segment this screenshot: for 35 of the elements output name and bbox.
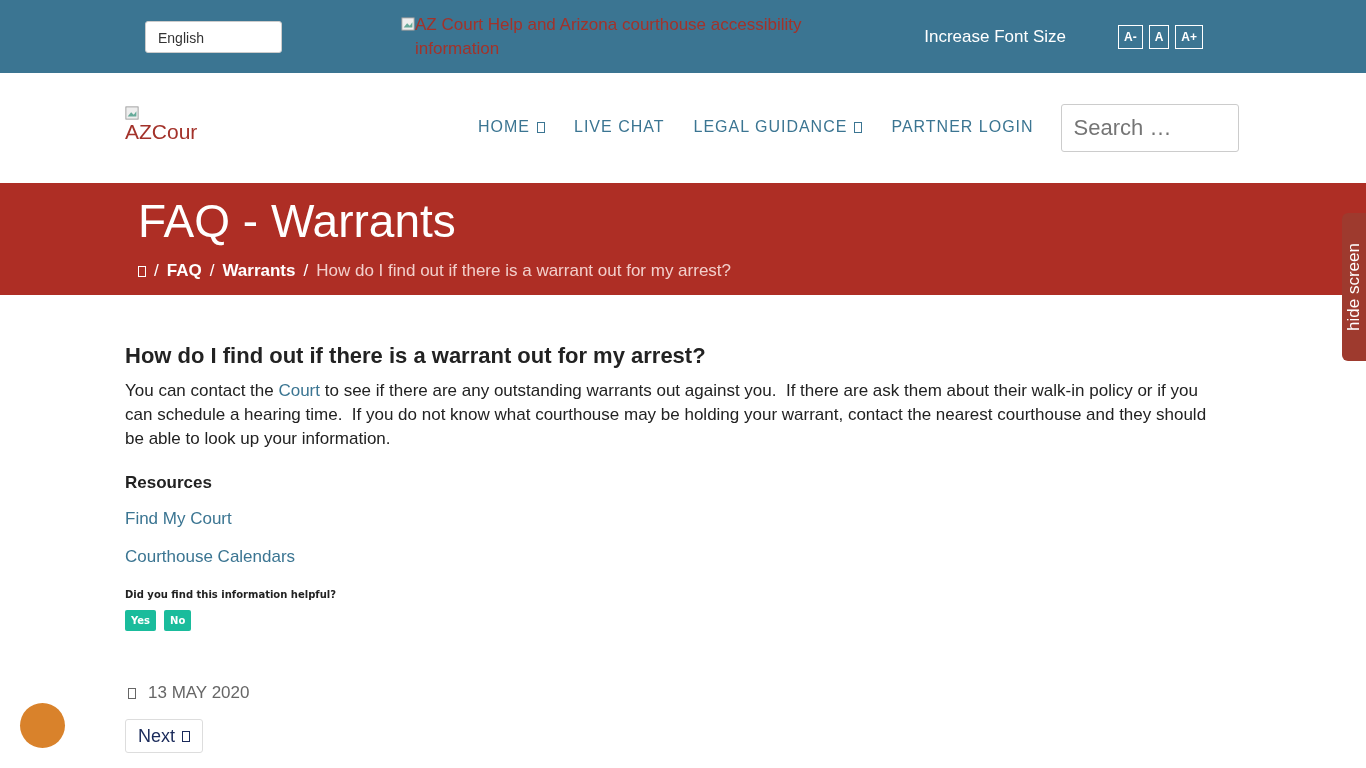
nav-link[interactable]: PARTNER LOGIN [891, 118, 1034, 136]
square-icon [182, 730, 190, 742]
page-title: FAQ - Warrants [138, 194, 457, 247]
breadcrumb-separator: / [154, 261, 159, 281]
font-size-button[interactable]: A [1148, 24, 1170, 49]
breadcrumb-separator: / [209, 261, 215, 281]
answer-paragraph: You can contact the Court to see if there are any outstanding warrants out against you. If there are ask them about their walk-in policy or if you can schedule a hearing time. If you do not know what courthouse may be holding your warrant, contact the nearest courthouse and they should be able to look up your information. [125, 380, 1208, 450]
square-icon[interactable] [138, 265, 146, 277]
broken-image-icon [401, 16, 415, 31]
font-size-label: Increase Font Size [923, 25, 1066, 48]
breadcrumb-link[interactable]: Warrants [222, 261, 296, 281]
search-field[interactable]: Search … [1060, 104, 1239, 152]
hide-screen-tab[interactable]: hide screen [1342, 213, 1366, 361]
resource-link[interactable]: Find My Court [125, 509, 232, 529]
font-size-button[interactable]: A- [1118, 24, 1143, 49]
question-heading: How do I find out if there is a warrant out for my arrest? [125, 343, 706, 369]
square-icon [128, 687, 136, 699]
resource-link[interactable]: Courthouse Calendars [125, 547, 296, 567]
nav-link[interactable]: LIVE CHAT [574, 118, 665, 136]
next-button[interactable]: Next [125, 719, 203, 753]
nav-link[interactable]: LEGAL GUIDANCE [693, 118, 863, 136]
language-select[interactable]: English [145, 20, 282, 53]
court-link[interactable]: Court [278, 381, 320, 400]
breadcrumb-link[interactable]: FAQ [166, 261, 202, 281]
breadcrumb-separator: / [303, 261, 309, 281]
publish-date: 13 MAY 2020 [148, 683, 250, 703]
resources-heading: Resources [125, 473, 212, 493]
nav-link[interactable]: HOME [478, 118, 545, 136]
feedback-question: Did you find this information helpful? [125, 589, 337, 600]
breadcrumb-current: How do I find out if there is a warrant out for my arrest? [316, 261, 731, 281]
banner-alt-text: AZ Court Help and Arizona courthouse accessibility information [415, 13, 803, 60]
chat-bubble[interactable] [20, 703, 65, 748]
logo-alt-text: AZCour [125, 120, 199, 144]
broken-image-icon [125, 106, 139, 120]
font-size-button[interactable]: A+ [1175, 24, 1204, 49]
